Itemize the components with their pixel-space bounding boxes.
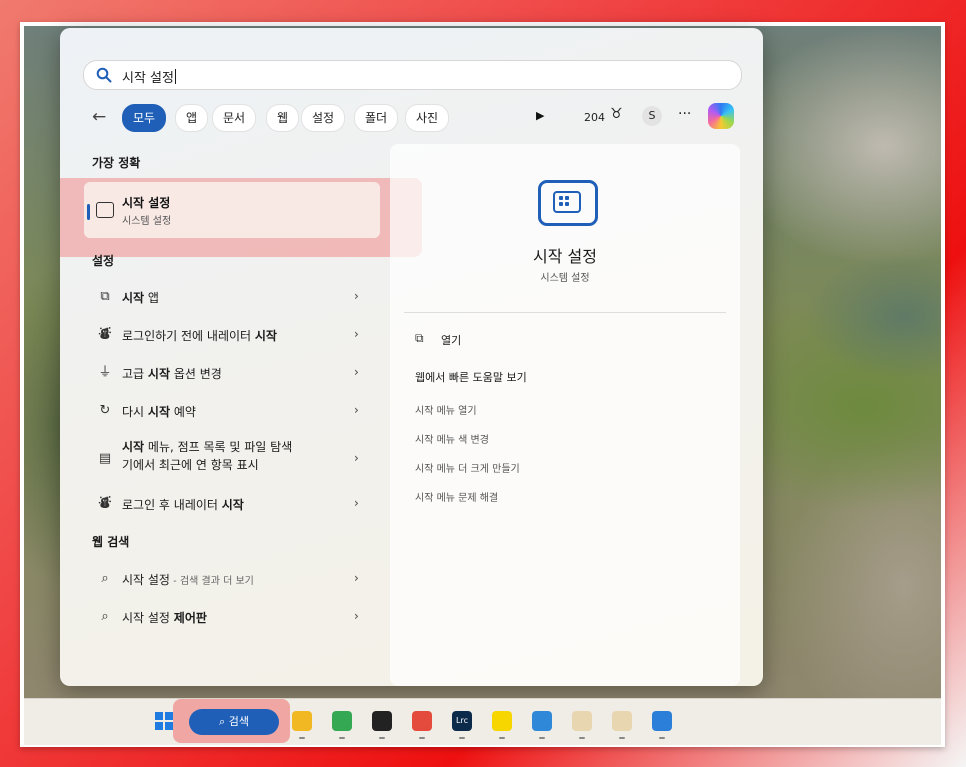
help-link[interactable]: 시작 메뉴 더 크게 만들기 [415, 460, 520, 475]
settings-result-advanced-startup[interactable]: ⏚ 고급 시작 옵션 변경 › [84, 356, 380, 390]
photos-icon[interactable] [652, 711, 672, 731]
chevron-right-icon: › [354, 365, 359, 379]
running-indicator [339, 737, 345, 739]
notepad-icon[interactable] [532, 711, 552, 731]
file-explorer-icon[interactable] [292, 711, 312, 731]
rewards-points[interactable]: 204 [584, 111, 605, 124]
start-menu-icon: ▤ [98, 451, 112, 466]
open-label: 열기 [441, 334, 462, 347]
running-indicator [499, 737, 505, 739]
best-match-title: 시작 설정 [122, 196, 171, 210]
kakaotalk-icon[interactable] [492, 711, 512, 731]
best-match-header: 가장 정확 [92, 156, 141, 170]
search-panel: 시작 설정 ← 모두 앱 문서 웹 설정 폴더 사진 ▶ 204 ♉ S ···… [60, 28, 763, 686]
start-apps-icon: ⧉ [100, 289, 110, 304]
start-settings-large-icon [538, 180, 598, 226]
settings-result-narrator-before-login[interactable]: ⛇ 로그인하기 전에 내레이터 시작 › [84, 318, 380, 352]
restart-icon: ↻ [99, 403, 111, 418]
web-result-see-more[interactable]: ⌕ 시작 설정 - 검색 결과 더 보기 › [84, 562, 380, 596]
chevron-right-icon: › [354, 496, 359, 510]
running-indicator [619, 737, 625, 739]
filter-chip-all[interactable]: 모두 [122, 104, 167, 132]
filter-chip-folders[interactable]: 폴더 [354, 104, 399, 132]
preview-subtitle: 시스템 설정 [540, 273, 590, 284]
search-input[interactable]: 시작 설정 [83, 60, 742, 90]
settings-result-schedule-restart[interactable]: ↻ 다시 시작 예약 › [84, 394, 380, 428]
help-link[interactable]: 시작 메뉴 문제 해결 [415, 489, 498, 504]
settings-result-narrator-after-login[interactable]: ⛇ 로그인 후 내레이터 시작 › [84, 487, 380, 521]
help-link[interactable]: 시작 메뉴 열기 [415, 402, 477, 417]
chevron-right-icon: › [354, 451, 359, 465]
narrator-icon: ⛇ [98, 327, 112, 342]
preview-title: 시작 설정 [533, 247, 597, 266]
camera-app-icon[interactable] [372, 711, 392, 731]
divider [404, 312, 726, 313]
running-indicator [579, 737, 585, 739]
open-action[interactable]: ⧉ 열기 [415, 331, 615, 351]
play-icon[interactable]: ▶ [536, 109, 544, 122]
search-icon: ⌕ [219, 715, 229, 728]
advanced-startup-icon: ⏚ [98, 365, 112, 380]
running-indicator [659, 737, 665, 739]
filter-chip-apps[interactable]: 앱 [175, 104, 209, 132]
search-icon: ⌕ [101, 571, 109, 586]
search-icon [96, 67, 112, 83]
selection-indicator [87, 204, 90, 220]
rewards-medal-icon[interactable]: ♉ [610, 106, 623, 122]
creative-cloud-icon[interactable] [412, 711, 432, 731]
preview-pane: 시작 설정 시스템 설정 ⧉ 열기 웹에서 빠른 도움말 보기 시작 메뉴 열기… [390, 144, 740, 686]
start-settings-icon [96, 202, 114, 218]
settings-result-recent-items[interactable]: ▤ 시작 메뉴, 점프 목록 및 파일 탐색 기에서 최근에 연 항목 표시 › [84, 436, 380, 482]
search-icon: ⌕ [101, 609, 109, 624]
taskbar-search-button[interactable]: ⌕ 검색 [189, 709, 279, 735]
web-result-control-panel[interactable]: ⌕ 시작 설정 제어판 › [84, 600, 380, 634]
search-query: 시작 설정 [122, 71, 174, 86]
best-match-subtitle: 시스템 설정 [122, 216, 172, 227]
text-caret [174, 69, 176, 84]
filter-chip-photos[interactable]: 사진 [405, 104, 450, 132]
chevron-right-icon: › [354, 327, 359, 341]
chevron-right-icon: › [354, 571, 359, 585]
running-indicator [419, 737, 425, 739]
running-indicator [379, 737, 385, 739]
running-indicator [299, 737, 305, 739]
windows-start-icon[interactable] [154, 711, 174, 731]
chrome-icon[interactable] [332, 711, 352, 731]
chevron-right-icon: › [354, 609, 359, 623]
copilot-icon[interactable] [708, 103, 734, 129]
settings-result-startup-apps[interactable]: ⧉ 시작 앱 › [84, 280, 380, 314]
back-arrow-icon[interactable]: ← [92, 107, 106, 127]
best-match-result[interactable]: 시작 설정 시스템 설정 [84, 182, 380, 238]
character-app-2-icon[interactable] [612, 711, 632, 731]
filter-bar: ← 모두 앱 문서 웹 설정 폴더 사진 ▶ 204 ♉ S ··· [60, 100, 763, 136]
settings-header: 설정 [92, 254, 115, 268]
web-search-header: 웹 검색 [92, 535, 130, 549]
web-help-header: 웹에서 빠른 도움말 보기 [415, 371, 527, 384]
lightroom-classic-icon[interactable]: Lrc [452, 711, 472, 731]
character-app-icon[interactable] [572, 711, 592, 731]
running-indicator [459, 737, 465, 739]
filter-chip-settings[interactable]: 설정 [301, 104, 346, 132]
help-link[interactable]: 시작 메뉴 색 변경 [415, 431, 489, 446]
chevron-right-icon: › [354, 403, 359, 417]
open-external-icon: ⧉ [415, 331, 424, 345]
filter-chip-documents[interactable]: 문서 [212, 104, 257, 132]
taskbar: ⌕ 검색 Lrc [24, 698, 941, 745]
running-indicator [539, 737, 545, 739]
avatar[interactable]: S [642, 106, 662, 126]
more-options-icon[interactable]: ··· [678, 106, 691, 122]
narrator-icon: ⛇ [98, 496, 112, 511]
chevron-right-icon: › [354, 289, 359, 303]
filter-chip-web[interactable]: 웹 [266, 104, 300, 132]
